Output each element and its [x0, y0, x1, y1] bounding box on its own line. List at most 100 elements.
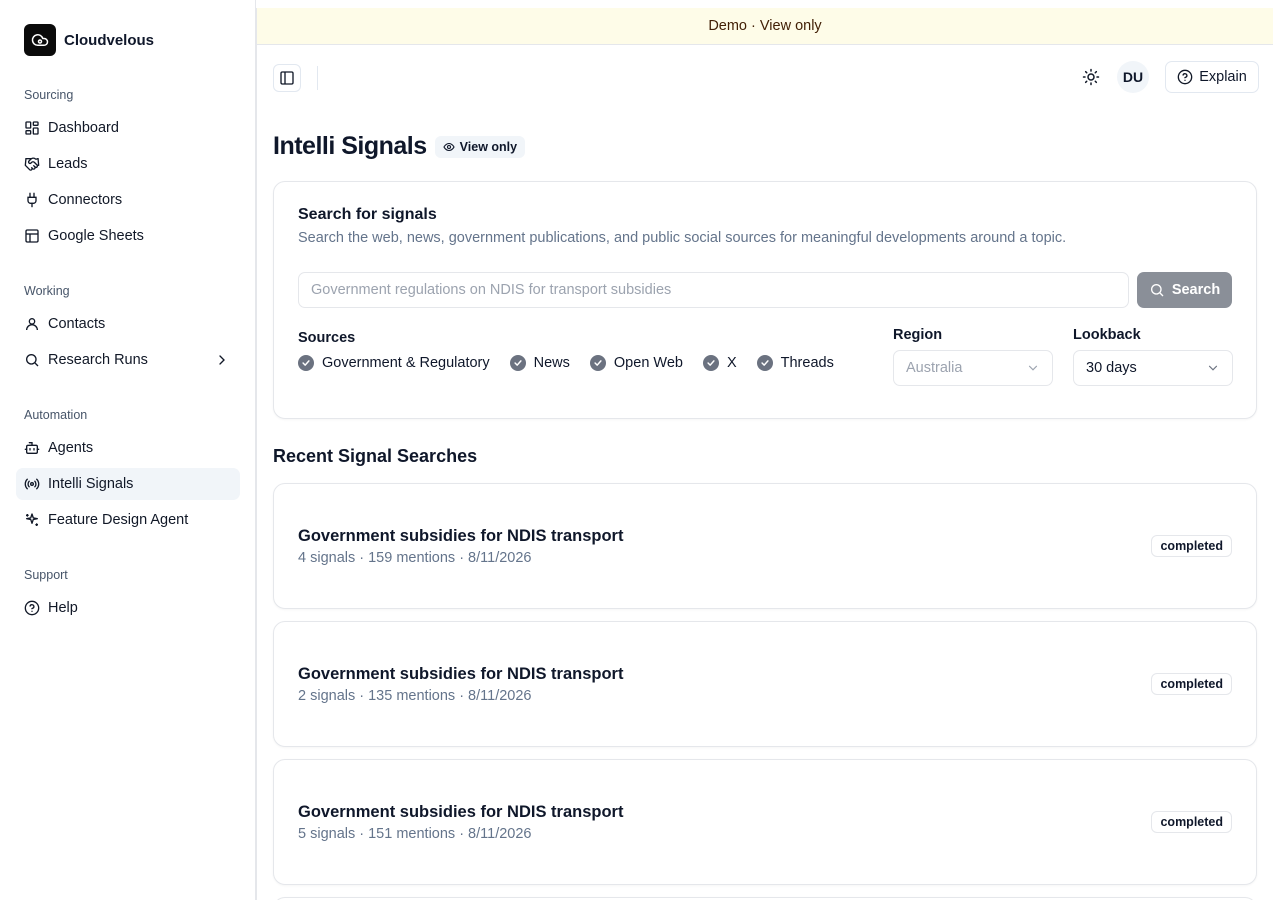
search-button-label: Search: [1171, 282, 1221, 298]
sidebar-item-label: Dashboard: [48, 120, 119, 136]
source-label: Government & Regulatory: [322, 355, 490, 371]
sidebar-toggle-button[interactable]: [273, 64, 301, 92]
view-only-badge: View only: [434, 135, 526, 158]
sidebar-item-label: Connectors: [48, 192, 123, 208]
source-toggle-open-web[interactable]: Open Web: [589, 355, 683, 371]
lookback-label: Lookback: [1073, 327, 1141, 343]
lookback-value: 30 days: [1086, 360, 1137, 376]
section-label-working: Working: [24, 284, 70, 298]
help-circle-icon: [24, 600, 40, 616]
source-toggle-government[interactable]: Government & Regulatory: [298, 355, 490, 371]
search-card-title: Search for signals: [298, 206, 437, 223]
brand[interactable]: Cloudvelous: [24, 24, 154, 56]
plug-icon: [24, 192, 40, 208]
recent-searches-title: Recent Signal Searches: [273, 446, 478, 466]
explain-label: Explain: [1199, 69, 1247, 85]
sources-label: Sources: [298, 330, 356, 346]
sidebar-item-intelli-signals[interactable]: Intelli Signals: [16, 468, 240, 500]
main-content: Demo · View only DU Explain Intelli Sign…: [256, 8, 1273, 900]
status-badge: completed: [1151, 673, 1232, 695]
theme-toggle-button[interactable]: [1079, 65, 1103, 89]
region-value: Australia: [906, 360, 963, 376]
sidebar-item-feature-design-agent[interactable]: Feature Design Agent: [16, 504, 240, 536]
page-title: Intelli Signals: [273, 132, 427, 160]
sidebar-item-label: Leads: [48, 156, 88, 172]
panel-left-icon: [280, 71, 294, 85]
sidebar-item-connectors[interactable]: Connectors: [16, 184, 240, 216]
chevron-down-icon: [1026, 361, 1040, 375]
sidebar-item-contacts[interactable]: Contacts: [16, 308, 240, 340]
search-button[interactable]: Search: [1137, 272, 1232, 308]
check-circle-icon: [702, 355, 719, 371]
lookback-select[interactable]: 30 days: [1073, 350, 1233, 386]
search-icon: [1149, 282, 1165, 298]
radio-icon: [24, 476, 40, 492]
page-header: Intelli Signals View only: [273, 132, 526, 161]
search-icon: [24, 352, 40, 368]
signal-search-title: Government subsidies for NDIS transport: [298, 803, 624, 821]
source-label: X: [726, 355, 737, 371]
signal-search-title: Government subsidies for NDIS transport: [298, 527, 624, 545]
sidebar-item-label: Research Runs: [48, 352, 148, 368]
signal-search-card[interactable]: Government subsidies for NDIS transport …: [273, 621, 1257, 747]
section-label-automation: Automation: [24, 408, 88, 422]
source-label: Threads: [780, 355, 834, 371]
sidebar-item-label: Agents: [48, 440, 94, 456]
signal-search-input[interactable]: [298, 272, 1129, 308]
table-icon: [24, 228, 40, 244]
signal-search-card[interactable]: Government subsidies for NDIS transport …: [273, 759, 1257, 885]
chevron-right-icon[interactable]: [214, 352, 230, 368]
signal-search-meta: 2 signals · 135 mentions · 8/11/2026: [298, 688, 532, 704]
signal-search-card[interactable]: Government subsidies for NDIS transport …: [273, 483, 1257, 609]
sidebar-item-dashboard[interactable]: Dashboard: [16, 112, 240, 144]
demo-banner: Demo · View only: [257, 8, 1273, 45]
sidebar-item-label: Help: [48, 600, 78, 616]
sidebar-item-leads[interactable]: Leads: [16, 148, 240, 180]
sidebar-item-label: Feature Design Agent: [48, 512, 189, 528]
sidebar-item-label: Google Sheets: [48, 228, 144, 244]
brand-name: Cloudvelous: [64, 31, 155, 49]
source-toggle-threads[interactable]: Threads: [756, 355, 834, 371]
bot-icon: [24, 440, 40, 456]
region-select[interactable]: Australia: [893, 350, 1053, 386]
topbar-divider: [317, 66, 318, 90]
signal-search-meta: 5 signals · 151 mentions · 8/11/2026: [298, 826, 532, 842]
chevron-down-icon: [1206, 361, 1220, 375]
cloud-icon: [24, 24, 56, 56]
section-label-support: Support: [24, 568, 68, 582]
sidebar-item-google-sheets[interactable]: Google Sheets: [16, 220, 240, 252]
sidebar: Cloudvelous Sourcing Dashboard Leads Con…: [0, 0, 256, 900]
user-icon: [24, 316, 40, 332]
status-badge: completed: [1151, 535, 1232, 557]
signal-search-title: Government subsidies for NDIS transport: [298, 665, 624, 683]
source-label: News: [533, 355, 570, 371]
sources-list: Government & Regulatory News Open Web X …: [298, 355, 854, 371]
sparkles-icon: [24, 512, 40, 528]
source-toggle-x[interactable]: X: [702, 355, 737, 371]
search-card: Search for signals Search the web, news,…: [273, 181, 1257, 419]
region-label: Region: [893, 327, 943, 343]
explain-button[interactable]: Explain: [1165, 61, 1259, 93]
avatar[interactable]: DU: [1117, 61, 1149, 93]
source-toggle-news[interactable]: News: [509, 355, 570, 371]
section-label-sourcing: Sourcing: [24, 88, 74, 102]
sidebar-item-label: Contacts: [48, 316, 106, 332]
sidebar-item-help[interactable]: Help: [16, 592, 240, 624]
source-label: Open Web: [613, 355, 683, 371]
sidebar-item-label: Intelli Signals: [48, 476, 134, 492]
help-circle-icon: [1177, 69, 1193, 85]
view-only-label: View only: [459, 139, 518, 154]
sun-icon: [1082, 68, 1100, 86]
dashboard-icon: [24, 120, 40, 136]
eye-icon: [443, 141, 455, 153]
check-circle-icon: [589, 355, 606, 371]
sidebar-item-research-runs[interactable]: Research Runs: [16, 344, 240, 376]
sidebar-item-agents[interactable]: Agents: [16, 432, 240, 464]
check-circle-icon: [298, 355, 314, 371]
status-badge: completed: [1151, 811, 1232, 833]
check-circle-icon: [756, 355, 773, 371]
signal-search-meta: 4 signals · 159 mentions · 8/11/2026: [298, 550, 532, 566]
check-circle-icon: [509, 355, 526, 371]
handshake-icon: [24, 156, 40, 172]
search-card-description: Search the web, news, government publica…: [298, 230, 1067, 246]
